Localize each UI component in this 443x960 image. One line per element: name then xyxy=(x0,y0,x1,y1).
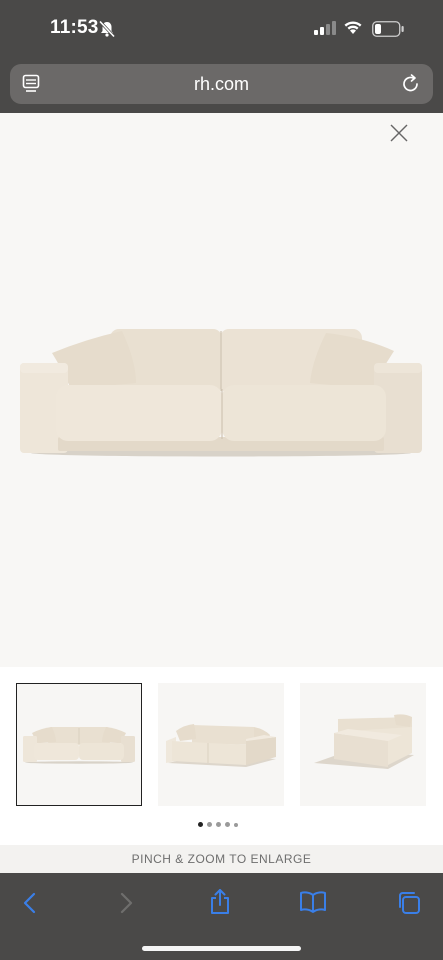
hint-bar: PINCH & ZOOM TO ENLARGE xyxy=(0,845,443,873)
pagination-dot[interactable] xyxy=(198,822,203,827)
reload-icon[interactable] xyxy=(401,73,421,100)
thumbnail-angled-view[interactable] xyxy=(158,683,284,806)
pagination-dot[interactable] xyxy=(216,822,221,827)
status-time: 11:53 xyxy=(50,17,99,38)
battery-icon xyxy=(372,21,406,42)
pagination-dot[interactable] xyxy=(225,822,230,827)
status-bar: 11:53 xyxy=(0,0,443,58)
zoom-hint-text: PINCH & ZOOM TO ENLARGE xyxy=(131,852,312,866)
share-icon[interactable] xyxy=(208,888,232,921)
back-icon[interactable] xyxy=(20,891,40,920)
pagination-dot[interactable] xyxy=(207,822,212,827)
bookmarks-icon[interactable] xyxy=(299,890,327,919)
pagination-dot[interactable] xyxy=(234,822,238,827)
cellular-signal-icon xyxy=(314,21,336,40)
tabs-icon[interactable] xyxy=(396,890,422,921)
forward-icon xyxy=(116,891,136,920)
thumbnail-front-view[interactable] xyxy=(16,683,142,806)
bell-slash-icon xyxy=(98,20,116,38)
thumbnail-side-view[interactable] xyxy=(300,683,426,806)
sofa-image xyxy=(20,329,422,457)
close-icon[interactable] xyxy=(389,123,409,148)
home-indicator xyxy=(142,946,301,951)
url-text[interactable]: rh.com xyxy=(10,74,433,95)
wifi-icon xyxy=(343,19,363,40)
address-bar[interactable]: rh.com xyxy=(10,64,433,104)
